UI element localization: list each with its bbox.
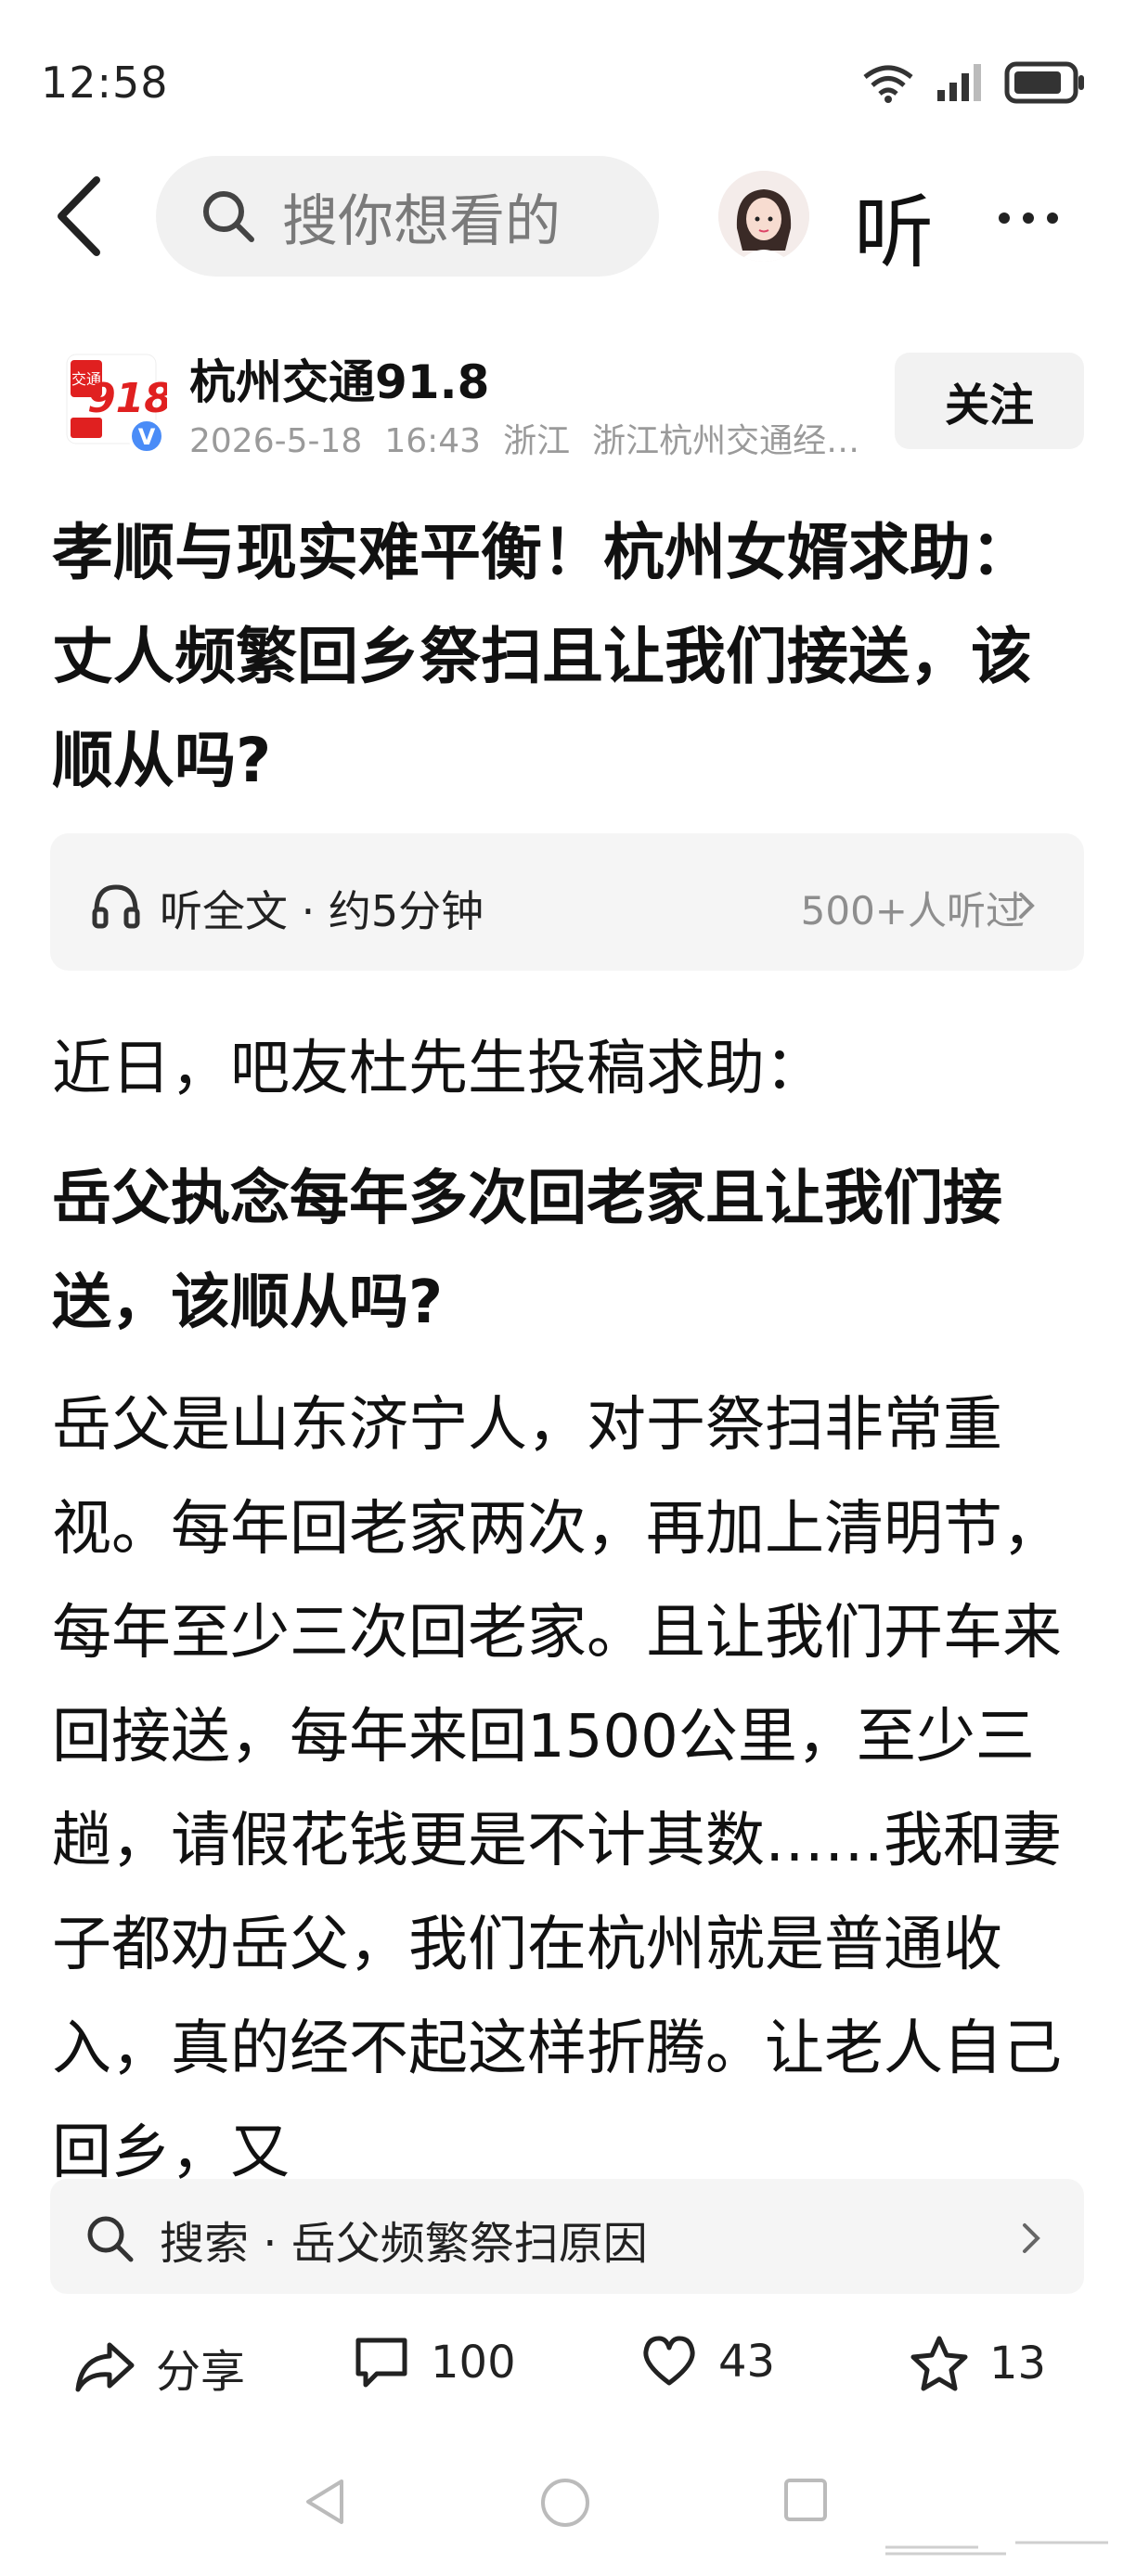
search-icon xyxy=(203,191,254,242)
share-button[interactable]: 分享 xyxy=(74,2335,245,2400)
status-time: 12:58 xyxy=(41,58,169,108)
paragraph: 岳父是山东济宁人，对于祭扫非常重视。每年回老家两次，再加上清明节，每年至少三次回… xyxy=(52,1391,1062,2187)
user-avatar-icon xyxy=(718,171,809,262)
author-logo[interactable]: 交通 918 V xyxy=(65,353,173,455)
headphones-icon xyxy=(92,884,140,929)
comment-icon xyxy=(355,2338,407,2388)
avatar[interactable] xyxy=(718,171,809,262)
status-icons xyxy=(861,61,1086,104)
comment-button[interactable]: 100 xyxy=(353,2335,516,2390)
battery-icon xyxy=(1004,61,1084,104)
search-icon xyxy=(87,2216,134,2262)
share-icon xyxy=(75,2342,135,2392)
listen-button[interactable]: 听 xyxy=(854,167,934,283)
paragraph-subheading: 岳父执念每年多次回老家且让我们接送，该顺从吗? xyxy=(52,1165,1002,1337)
favorite-button[interactable]: 13 xyxy=(910,2335,1046,2392)
publish-time: 16:43 xyxy=(384,422,482,460)
publish-location: 浙江 xyxy=(503,422,571,460)
like-count: 43 xyxy=(718,2336,776,2388)
nav-back-icon[interactable] xyxy=(301,2476,349,2528)
star-icon xyxy=(910,2336,968,2391)
back-button[interactable] xyxy=(52,174,108,258)
signal-icon xyxy=(937,64,981,101)
author-meta: 2026-5-18 16:43 浙江 浙江杭州交通经… xyxy=(189,414,882,462)
dot-icon xyxy=(999,213,1010,224)
nav-recents-icon[interactable] xyxy=(781,2476,830,2524)
share-label: 分享 xyxy=(156,2346,246,2398)
more-options-button[interactable] xyxy=(999,210,1071,227)
chevron-right-icon xyxy=(1023,2223,1040,2253)
author-organization: 浙江杭州交通经… xyxy=(592,422,860,460)
verified-badge: V xyxy=(138,424,156,450)
chevron-left-icon xyxy=(58,176,100,256)
publish-date: 2026-5-18 xyxy=(189,422,363,460)
author-name[interactable]: 杭州交通91.8 xyxy=(189,345,489,412)
station-logo-icon: 交通 918 V xyxy=(66,354,173,455)
watermark-icon xyxy=(876,2533,1117,2561)
listen-count: 500+人听过 xyxy=(800,888,1025,934)
chevron-right-icon xyxy=(1019,893,1035,919)
like-button[interactable]: 43 xyxy=(640,2335,775,2389)
nav-home-icon[interactable] xyxy=(538,2476,592,2530)
favorite-count: 13 xyxy=(989,2338,1047,2389)
paragraph: 近日，吧友杜先生投稿求助： xyxy=(52,1035,824,1103)
logo-text-num: 918 xyxy=(87,375,167,422)
article-title: 孝顺与现实难平衡！杭州女婿求助：丈人频繁回乡祭扫且让我们接送，该顺从吗? xyxy=(52,517,1032,796)
search-placeholder: 搜你想看的 xyxy=(282,188,561,254)
heart-icon xyxy=(643,2336,695,2386)
dot-icon xyxy=(1047,213,1058,224)
comment-count: 100 xyxy=(431,2337,516,2389)
related-search-label: 搜索 · 岳父频繁祭扫原因 xyxy=(160,2218,648,2270)
dot-icon xyxy=(1023,213,1034,224)
follow-button[interactable]: 关注 xyxy=(895,353,1084,449)
search-input[interactable]: 搜你想看的 xyxy=(156,156,659,277)
wifi-icon xyxy=(863,65,913,103)
listen-full-label: 听全文 · 约5分钟 xyxy=(160,886,484,936)
